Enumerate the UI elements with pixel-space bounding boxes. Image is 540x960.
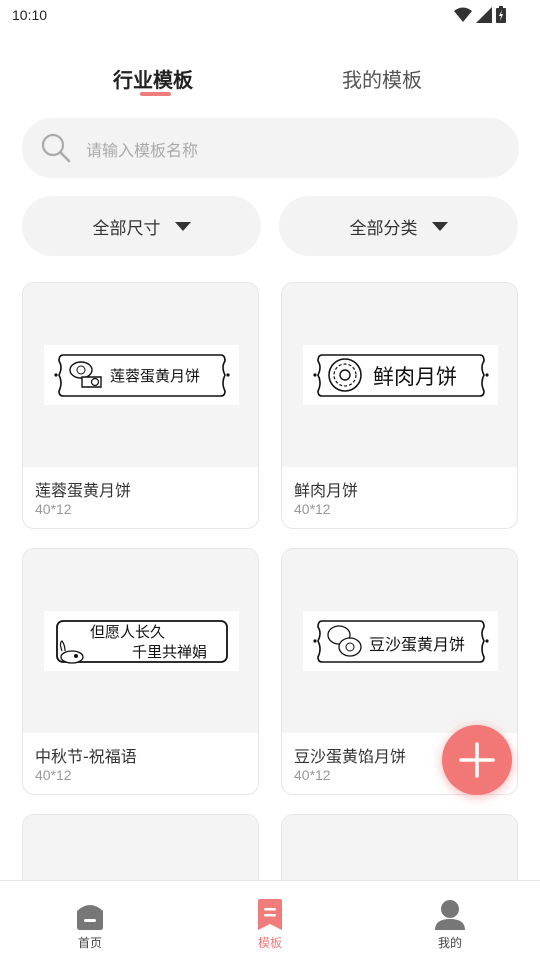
status-icons <box>454 6 506 23</box>
search-placeholder: 请输入模板名称 <box>86 141 199 160</box>
bottom-navigation: 首页 模板 我的 <box>0 880 540 960</box>
card-title: 莲蓉蛋黄月饼 <box>35 481 132 500</box>
tab-active-indicator <box>140 92 171 96</box>
caret-down-icon <box>174 221 191 231</box>
label-preview: 莲蓉蛋黄月饼 <box>44 345 239 405</box>
card-title: 豆沙蛋黄馅月饼 <box>294 747 407 766</box>
rabbit-icon <box>59 640 84 664</box>
size-filter-dropdown[interactable]: 全部尺寸 <box>22 196 261 256</box>
tab-my-templates[interactable]: 我的模板 <box>342 64 422 93</box>
nav-label-home: 首页 <box>77 936 102 950</box>
card-title: 鲜肉月饼 <box>294 481 359 500</box>
size-filter-label: 全部尺寸 <box>92 218 161 239</box>
label-preview: 豆沙蛋黄月饼 <box>303 611 498 671</box>
card-size: 40*12 <box>35 501 72 517</box>
label-preview-text: 莲蓉蛋黄月饼 <box>110 367 201 385</box>
label-preview: 鲜肉月饼 <box>303 345 498 405</box>
nav-label-mine: 我的 <box>437 936 462 950</box>
category-filter-dropdown[interactable]: 全部分类 <box>279 196 518 256</box>
nav-item-templates[interactable]: 模板 <box>230 899 310 951</box>
search-icon <box>41 133 71 163</box>
home-icon <box>77 905 103 930</box>
mooncake-stack-icon <box>327 625 362 657</box>
nav-label-templates: 模板 <box>257 936 282 950</box>
add-template-button[interactable] <box>442 725 512 795</box>
card-preview: 但愿人长久 千里共禅娟 <box>23 549 258 733</box>
label-preview-text: 豆沙蛋黄月饼 <box>369 635 466 654</box>
signal-icon <box>476 6 492 23</box>
card-preview: 豆沙蛋黄月饼 <box>282 549 517 733</box>
card-preview: 鲜肉月饼 <box>282 283 517 467</box>
label-preview: 但愿人长久 千里共禅娟 <box>44 611 239 671</box>
template-card[interactable]: 鲜肉月饼 鲜肉月饼 40*12 <box>281 282 518 529</box>
category-filter-label: 全部分类 <box>349 218 418 239</box>
label-preview-line1: 但愿人长久 <box>90 623 166 641</box>
card-preview: 莲蓉蛋黄月饼 <box>23 283 258 467</box>
status-bar: 10:10 <box>0 0 540 32</box>
label-preview-text: 鲜肉月饼 <box>373 365 457 389</box>
bookmark-template-icon <box>258 899 282 930</box>
template-tabs: 行业模板 我的模板 <box>0 64 540 104</box>
card-title: 中秋节-祝福语 <box>35 747 137 766</box>
plus-icon <box>459 742 495 778</box>
search-input[interactable]: 请输入模板名称 <box>22 118 519 178</box>
card-size: 40*12 <box>294 501 331 517</box>
battery-icon <box>496 6 506 23</box>
card-size: 40*12 <box>294 767 331 783</box>
nav-item-home[interactable]: 首页 <box>50 899 130 951</box>
card-size: 40*12 <box>35 767 72 783</box>
template-card[interactable]: 莲蓉蛋黄月饼 莲蓉蛋黄月饼 40*12 <box>22 282 259 529</box>
caret-down-icon <box>431 221 448 231</box>
label-preview-line2: 千里共禅娟 <box>132 643 208 661</box>
status-time: 10:10 <box>12 7 48 23</box>
tab-industry-templates[interactable]: 行业模板 <box>113 64 193 93</box>
user-icon <box>435 900 465 930</box>
wifi-icon <box>454 7 472 22</box>
template-card[interactable]: 但愿人长久 千里共禅娟 中秋节-祝福语 40*12 <box>22 548 259 795</box>
mooncake-flower-icon <box>328 358 362 392</box>
mooncake-icon <box>69 361 102 388</box>
nav-item-mine[interactable]: 我的 <box>410 899 490 951</box>
